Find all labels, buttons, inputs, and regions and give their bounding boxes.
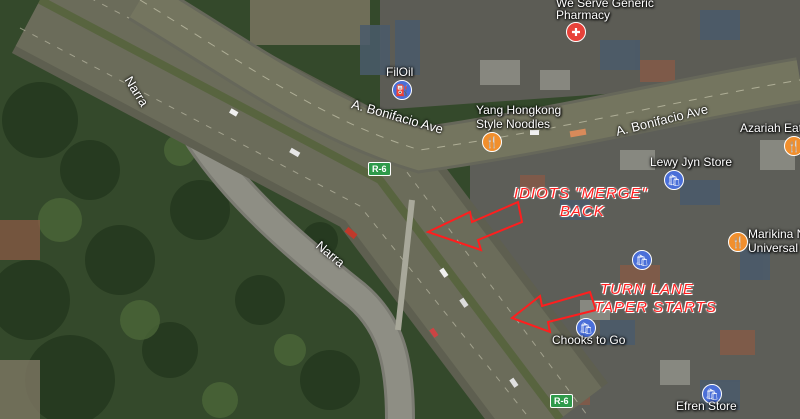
poi-label-marikina-line2[interactable]: Universal C xyxy=(748,242,800,255)
satellite-imagery xyxy=(0,0,800,419)
route-shield-r6-lower: R-6 xyxy=(550,394,573,408)
route-shield-r6-upper: R-6 xyxy=(368,162,391,176)
annotation-taper-line2: TAPER STARTS xyxy=(594,299,717,316)
poi-label-chooks[interactable]: Chooks to Go xyxy=(552,334,625,347)
poi-label-lewy[interactable]: Lewy Jyn Store xyxy=(650,156,732,169)
poi-label-yang-line2[interactable]: Style Noodles xyxy=(476,118,550,131)
shopping-icon[interactable]: 🛍 xyxy=(632,250,652,270)
restaurant-icon[interactable]: 🍴 xyxy=(728,232,748,252)
satellite-map[interactable]: A. Bonifacio Ave A. Bonifacio Ave Narra … xyxy=(0,0,800,419)
pharmacy-icon[interactable]: ✚ xyxy=(566,22,586,42)
poi-label-azariah[interactable]: Azariah Eate xyxy=(740,122,800,135)
poi-label-efren[interactable]: Efren Store xyxy=(676,400,737,413)
annotation-taper-line1: TURN LANE xyxy=(600,281,695,298)
restaurant-icon[interactable]: 🍴 xyxy=(482,132,502,152)
poi-label-yang-line1[interactable]: Yang Hongkong xyxy=(476,104,561,117)
annotation-merge-line1: IDIOTS "MERGE" xyxy=(514,185,648,202)
poi-label-marikina-line1[interactable]: Marikina N xyxy=(748,228,800,241)
fuel-icon[interactable]: ⛽ xyxy=(392,80,412,100)
shopping-icon[interactable]: 🛍 xyxy=(664,170,684,190)
annotation-merge-line2: BACK xyxy=(560,203,605,220)
poi-label-filoil[interactable]: FilOil xyxy=(386,66,413,79)
poi-label-pharmacy-line2[interactable]: Pharmacy xyxy=(556,9,610,22)
restaurant-icon[interactable]: 🍴 xyxy=(784,136,800,156)
